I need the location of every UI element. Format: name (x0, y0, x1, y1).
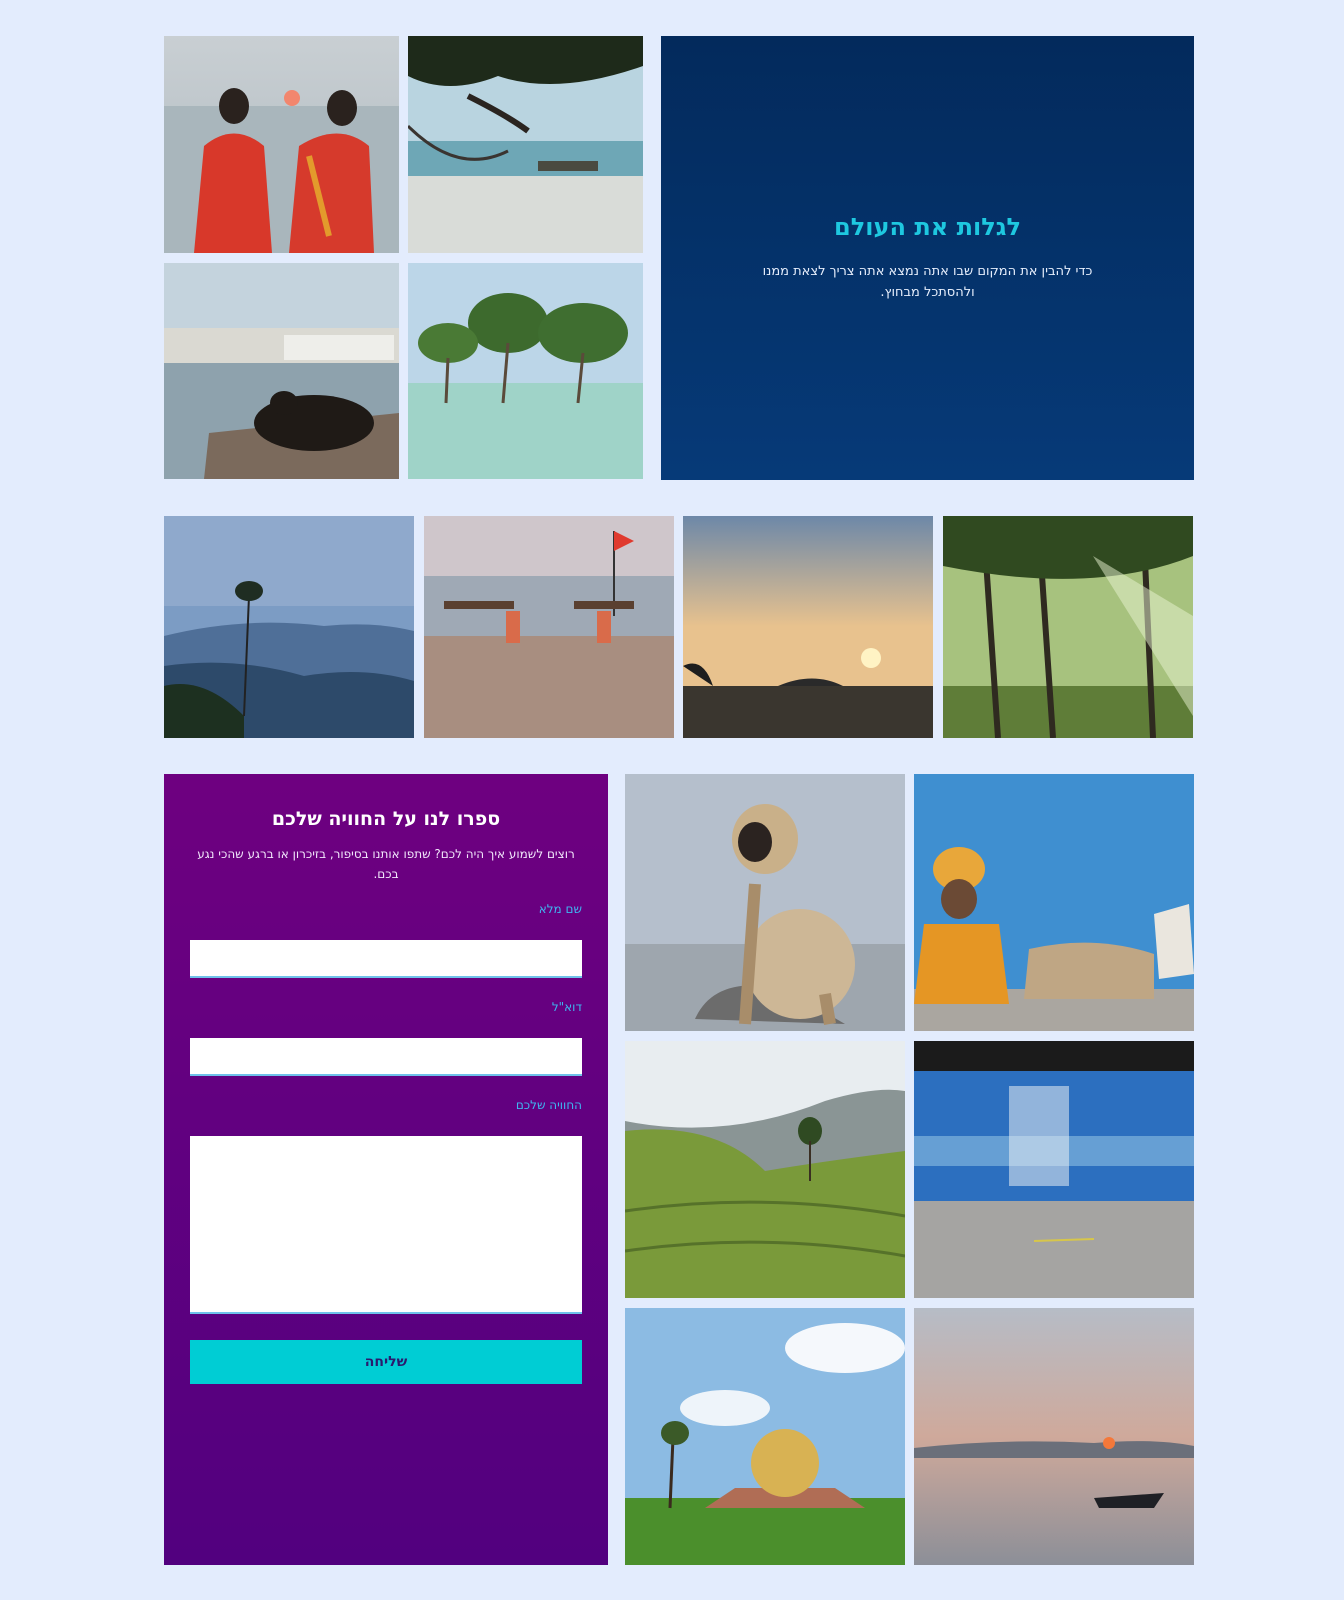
form-title: ספרו לנו על החוויה שלכם (271, 808, 501, 830)
mangroves-in-water-photo (408, 263, 643, 479)
sunset-over-mudflats-photo (683, 516, 933, 738)
langur-monkey-photo (625, 774, 905, 1031)
email-label: דוא"ל (551, 1000, 582, 1014)
boat-at-sunset-photo (914, 1308, 1194, 1565)
form-intro: רוצים לשמוע איך היה לכם? שתפו אותנו בסיפ… (197, 847, 575, 881)
experience-textarea[interactable] (190, 1136, 582, 1314)
hero-panel: לגלות את העולם כדי להבין את המקום שבו את… (661, 36, 1194, 480)
beach-carriers-flag-photo (424, 516, 674, 738)
golden-dome-photo (625, 1308, 905, 1565)
experience-label: החוויה שלכם (515, 1098, 582, 1112)
name-label: שם מלא (538, 902, 582, 916)
palm-forest-light-photo (943, 516, 1193, 738)
submit-button[interactable]: שליחה (190, 1340, 582, 1384)
name-field[interactable] (190, 940, 582, 978)
hammock-on-beach-photo (408, 36, 643, 253)
hero-text: כדי להבין את המקום שבו אתה נמצא אתה צריך… (762, 264, 1093, 300)
blurred-blue-train-photo (914, 1041, 1194, 1298)
women-at-sunset-photo (164, 36, 399, 253)
email-field[interactable] (190, 1038, 582, 1076)
hero-title: לגלות את העולם (834, 213, 1021, 241)
sadhu-blue-wall-photo (914, 774, 1194, 1031)
experience-form-panel: ספרו לנו על החוויה שלכם רוצים לשמוע איך … (164, 774, 608, 1565)
tea-plantation-photo (625, 1041, 905, 1298)
misty-mountain-photo (164, 516, 414, 738)
cow-by-lake-town-photo (164, 263, 399, 479)
